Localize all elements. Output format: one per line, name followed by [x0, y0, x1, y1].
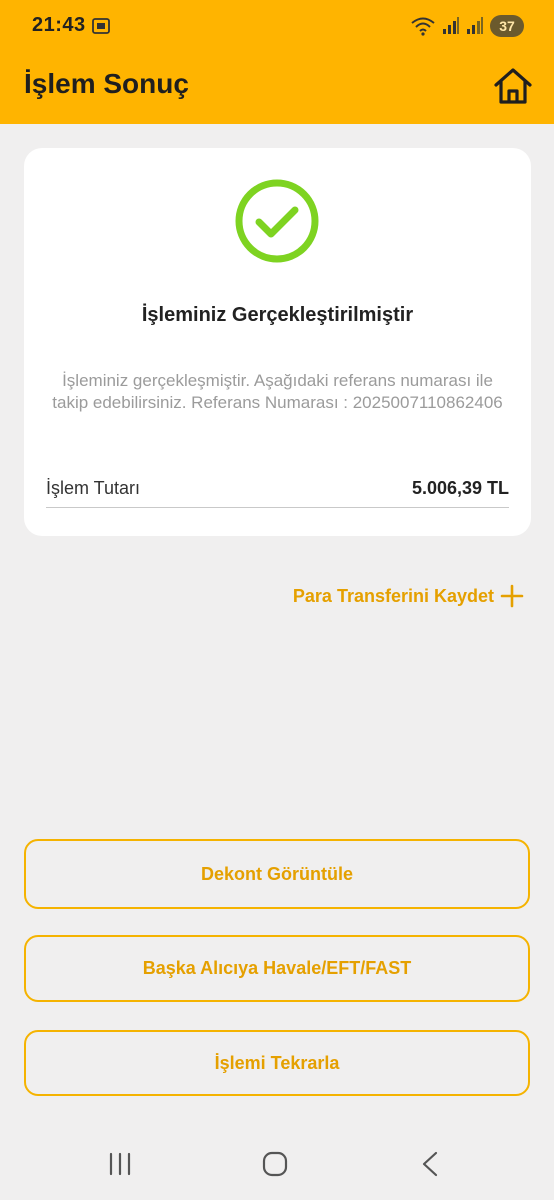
save-transfer-link[interactable]: Para Transferini Kaydet — [293, 582, 524, 610]
another-recipient-label: Başka Alıcıya Havale/EFT/FAST — [142, 958, 412, 978]
status-bar: 21:43 37 — [0, 0, 554, 52]
battery-badge: 37 — [490, 15, 524, 37]
view-receipt-button[interactable]: Dekont Görüntüle — [24, 839, 530, 909]
result-title: İşleminiz Gerçekleştirilmiştir — [141, 304, 414, 326]
view-receipt-label: Dekont Görüntüle — [201, 863, 353, 884]
repeat-transaction-button[interactable]: İşlemi Tekrarla — [24, 1030, 530, 1096]
amount-row: İşlem Tutarı 5.006,39 TL — [46, 478, 509, 508]
home-icon[interactable] — [262, 1151, 288, 1177]
amount-value: 5.006,39 TL — [411, 478, 509, 498]
repeat-transaction-label: İşlemi Tekrarla — [214, 1052, 340, 1073]
signal-icon — [443, 17, 459, 34]
navigation-bar — [0, 1130, 554, 1200]
result-description: İşleminiz gerçekleşmiştir. Aşağıdaki ref… — [52, 371, 503, 412]
screen: 21:43 37 İşlem Sonuç İşleminiz Gerçekleş… — [0, 0, 554, 1200]
check-circle-icon — [235, 179, 319, 263]
another-recipient-button[interactable]: Başka Alıcıya Havale/EFT/FAST — [24, 935, 530, 1002]
top-bar: 21:43 37 İşlem Sonuç — [0, 0, 554, 124]
wifi-icon — [411, 17, 435, 36]
amount-label: İşlem Tutarı — [46, 478, 141, 498]
recent-apps-icon[interactable] — [106, 1152, 134, 1176]
back-icon[interactable] — [420, 1151, 440, 1177]
screenshot-icon — [92, 18, 110, 34]
result-card: İşleminiz Gerçekleştirilmiştir İşleminiz… — [24, 148, 531, 536]
status-icons: 37 — [410, 14, 524, 38]
status-time: 21:43 — [32, 14, 86, 36]
plus-icon — [500, 584, 524, 608]
save-transfer-label: Para Transferini Kaydet — [292, 585, 494, 606]
page-title: İşlem Sonuç — [24, 68, 189, 99]
signal-icon-2 — [467, 17, 483, 34]
app-header: İşlem Sonuç — [0, 52, 554, 124]
home-icon[interactable] — [492, 66, 534, 106]
